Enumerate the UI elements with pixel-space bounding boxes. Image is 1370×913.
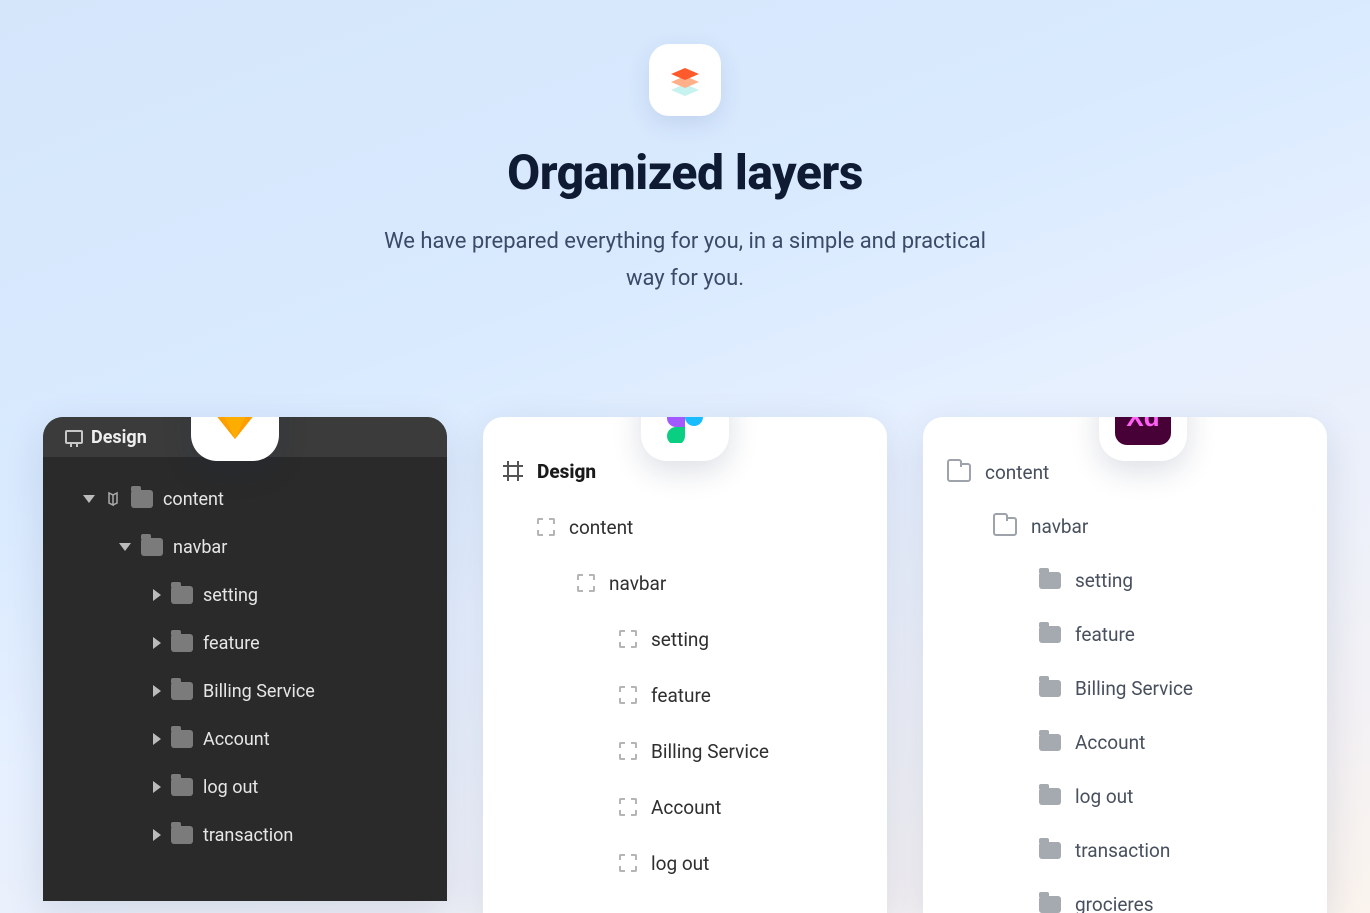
layer-row[interactable]: setting <box>503 611 867 667</box>
disclosure-right-icon[interactable] <box>153 637 161 649</box>
layer-row[interactable]: setting <box>57 571 433 619</box>
group-icon <box>619 686 637 704</box>
layer-label: content <box>985 461 1049 484</box>
folder-icon <box>141 538 163 556</box>
disclosure-right-icon[interactable] <box>153 733 161 745</box>
xd-panel: Xd content navbar setting feature B <box>923 417 1327 913</box>
svg-text:Xd: Xd <box>1126 417 1159 432</box>
disclosure-right-icon[interactable] <box>153 589 161 601</box>
layer-label: content <box>569 516 633 539</box>
layer-row-navbar[interactable]: navbar <box>57 523 433 571</box>
layer-label: setting <box>1075 569 1133 592</box>
layer-label: log out <box>651 852 709 875</box>
group-icon <box>619 630 637 648</box>
frame-icon <box>503 461 523 481</box>
folder-icon <box>1039 572 1061 589</box>
layer-label: navbar <box>1031 515 1088 538</box>
folder-icon <box>1039 788 1061 805</box>
layer-label: log out <box>1075 785 1133 808</box>
folder-icon <box>1039 734 1061 751</box>
layer-label: navbar <box>609 572 666 595</box>
layer-label: Billing Service <box>651 740 769 763</box>
disclosure-right-icon[interactable] <box>153 829 161 841</box>
artboard-icon <box>65 430 83 444</box>
group-icon <box>619 798 637 816</box>
disclosure-right-icon[interactable] <box>153 781 161 793</box>
layer-row[interactable]: Account <box>947 715 1303 769</box>
layer-label: Billing Service <box>203 681 315 702</box>
layer-row-content[interactable]: content <box>503 499 867 555</box>
sketch-panel: Design content navbar setting <box>43 417 447 901</box>
layer-label: Account <box>1075 731 1145 754</box>
layer-label: feature <box>651 684 711 707</box>
group-icon <box>577 574 595 592</box>
layer-row[interactable]: feature <box>503 667 867 723</box>
figma-app-icon <box>641 417 729 461</box>
layer-label: content <box>163 489 224 510</box>
layer-label: setting <box>203 585 258 606</box>
layer-row[interactable]: transaction <box>57 811 433 859</box>
panels-row: Design content navbar setting <box>0 417 1370 913</box>
group-icon <box>537 518 555 536</box>
layer-row-navbar[interactable]: navbar <box>947 499 1303 553</box>
folder-icon <box>171 730 193 748</box>
layer-row[interactable]: setting <box>947 553 1303 607</box>
folder-outline-icon <box>947 463 971 482</box>
folder-icon <box>1039 896 1061 913</box>
folder-icon <box>1039 842 1061 859</box>
layer-row[interactable]: log out <box>947 769 1303 823</box>
folder-icon <box>171 778 193 796</box>
disclosure-down-icon[interactable] <box>119 543 131 551</box>
folder-icon <box>131 490 153 508</box>
symbol-icon <box>105 491 121 507</box>
layer-label: setting <box>651 628 709 651</box>
layer-label: transaction <box>1075 839 1170 862</box>
folder-icon <box>1039 626 1061 643</box>
layer-row-navbar[interactable]: navbar <box>503 555 867 611</box>
layer-label: log out <box>203 777 258 798</box>
folder-outline-icon <box>993 517 1017 536</box>
hero-title: Organized layers <box>0 144 1370 201</box>
layer-label: transaction <box>203 825 293 846</box>
disclosure-down-icon[interactable] <box>83 495 95 503</box>
layer-row[interactable]: Billing Service <box>57 667 433 715</box>
layer-row[interactable]: Billing Service <box>503 723 867 779</box>
xd-app-icon: Xd <box>1099 417 1187 461</box>
hero-subtitle: We have prepared everything for you, in … <box>365 223 1005 298</box>
layer-label: feature <box>1075 623 1135 646</box>
layer-row[interactable]: feature <box>947 607 1303 661</box>
layer-row[interactable]: Billing Service <box>947 661 1303 715</box>
layer-label: Billing Service <box>1075 677 1193 700</box>
layer-label: Account <box>203 729 270 750</box>
layer-row[interactable]: Account <box>503 779 867 835</box>
folder-icon <box>171 586 193 604</box>
folder-icon <box>171 826 193 844</box>
disclosure-right-icon[interactable] <box>153 685 161 697</box>
layer-label: Design <box>537 460 596 483</box>
layer-label: grocieres <box>1075 893 1154 913</box>
figma-panel: Design content navbar setting feature Bi… <box>483 417 887 913</box>
folder-icon <box>1039 680 1061 697</box>
layer-row[interactable]: grocieres <box>947 877 1303 913</box>
layer-row[interactable]: feature <box>57 619 433 667</box>
sketch-app-icon <box>191 417 279 461</box>
layers-icon <box>649 44 721 116</box>
group-icon <box>619 854 637 872</box>
group-icon <box>619 742 637 760</box>
layer-label: navbar <box>173 537 227 558</box>
hero-section: Organized layers We have prepared everyt… <box>0 0 1370 298</box>
folder-icon <box>171 682 193 700</box>
layer-row[interactable]: log out <box>57 763 433 811</box>
sketch-root-label[interactable]: Design <box>91 427 147 448</box>
layer-label: Account <box>651 796 721 819</box>
layer-row-content[interactable]: content <box>57 475 433 523</box>
layer-row[interactable]: transaction <box>947 823 1303 877</box>
layer-row[interactable]: Account <box>57 715 433 763</box>
folder-icon <box>171 634 193 652</box>
layer-label: feature <box>203 633 260 654</box>
layer-row[interactable]: log out <box>503 835 867 891</box>
